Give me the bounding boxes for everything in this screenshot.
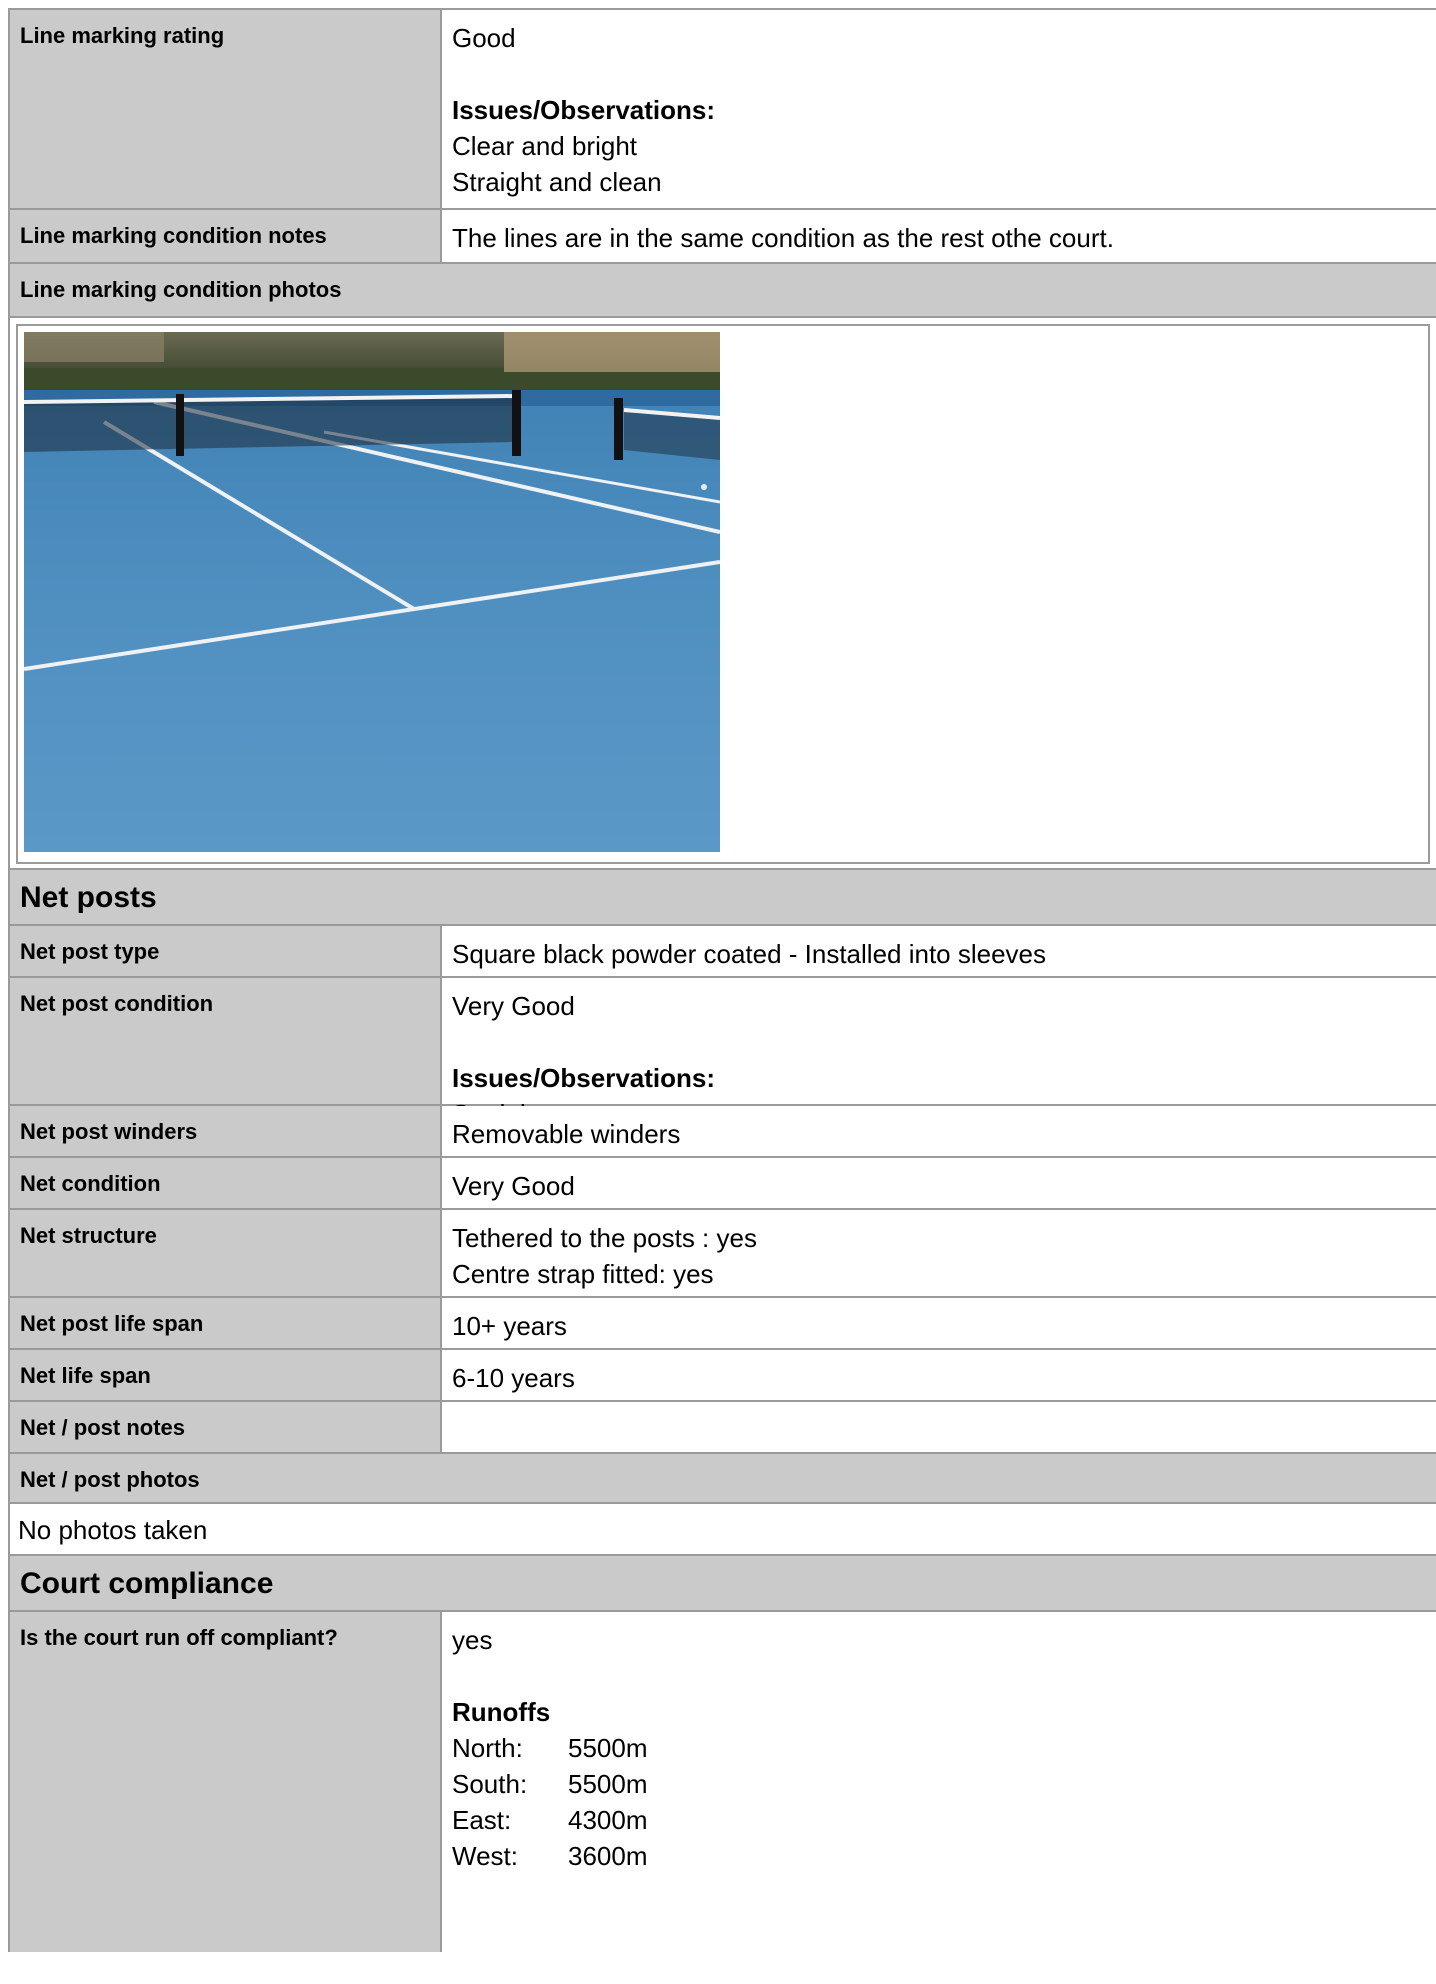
net-structure-label: Net structure [10,1210,442,1296]
rating-text: Good [452,23,516,53]
runoff-direction: North: [452,1733,523,1763]
runoff-north: North: 5500m [452,1730,1426,1766]
runoff-distance: 4300m [568,1805,648,1835]
structure-line: Tethered to the posts : yes [452,1223,757,1253]
net-condition-label: Net condition [10,1158,442,1208]
net-post-photos-row: No photos taken [8,1504,1436,1556]
net-post-condition-value: Very Good Issues/Observations: Straight [442,978,1436,1129]
line-marking-rating-row: Line marking rating Good Issues/Observat… [8,10,1436,210]
net-post-condition-row: Net post condition Very Good Issues/Obse… [8,978,1436,1129]
runoff-east: East: 4300m [452,1802,1426,1838]
net-post-notes-value [442,1402,1436,1452]
line-marking-notes-label: Line marking condition notes [10,210,442,262]
net-post-photos-label: Net / post photos [10,1454,1436,1502]
line-marking-rating-value: Good Issues/Observations: Clear and brig… [442,10,1436,208]
runoff-compliant-value: yes Runoffs North: 5500m South: 5500m Ea… [442,1612,1436,1952]
runoff-south: South: 5500m [452,1766,1426,1802]
condition-issues-title: Issues/Observations: [452,1063,715,1093]
issue-item: Straight and clean [452,167,662,197]
net-post-winders-label: Net post winders [10,1106,442,1156]
line-marking-rating-label: Line marking rating [10,10,442,208]
net-post-winders-row: Net post winders Removable winders [8,1106,1436,1158]
line-marking-photos-header: Line marking condition photos [8,264,1436,318]
court-compliance-section-header: Court compliance [8,1556,1436,1612]
net-post-notes-label: Net / post notes [10,1402,442,1452]
report-table: Line marking rating Good Issues/Observat… [8,8,1436,1952]
net-post-photos-header: Net / post photos [8,1454,1436,1504]
photo-container [10,318,1436,868]
net-post-notes-row: Net / post notes [8,1402,1436,1454]
line-marking-photos-label: Line marking condition photos [10,264,1436,316]
net-post-photos-value: No photos taken [10,1504,1436,1554]
runoff-compliant-label: Is the court run off compliant? [10,1612,442,1952]
runoff-distance: 5500m [568,1769,648,1799]
runoff-direction: West: [452,1841,518,1871]
net-life-label: Net life span [10,1350,442,1400]
net-post-type-value: Square black powder coated - Installed i… [442,926,1436,976]
runoff-distance: 3600m [568,1841,648,1871]
net-posts-title: Net posts [10,870,1436,924]
runoff-direction: South: [452,1769,528,1799]
issue-item: Clear and bright [452,131,637,161]
net-condition-value: Very Good [442,1158,1436,1208]
net-post-condition-label: Net post condition [10,978,442,1104]
condition-text: Very Good [452,991,575,1021]
net-life-row: Net life span 6-10 years [8,1350,1436,1402]
net-post-type-label: Net post type [10,926,442,976]
net-condition-row: Net condition Very Good [8,1158,1436,1210]
runoff-distance: 5500m [568,1733,648,1763]
runoff-answer: yes [452,1625,493,1655]
net-posts-section-header: Net posts [8,870,1436,926]
structure-line: Centre strap fitted: yes [452,1259,714,1289]
runoff-west: West: 3600m [452,1838,1426,1874]
photo-frame [16,324,1430,864]
issues-title: Issues/Observations: [452,95,715,125]
runoff-compliant-row: Is the court run off compliant? yes Runo… [8,1612,1436,1952]
net-post-winders-value: Removable winders [442,1106,1436,1156]
net-structure-value: Tethered to the posts : yes Centre strap… [442,1210,1436,1296]
net-post-life-value: 10+ years [442,1298,1436,1348]
net-life-value: 6-10 years [442,1350,1436,1400]
net-post-type-row: Net post type Square black powder coated… [8,926,1436,978]
net-post-life-row: Net post life span 10+ years [8,1298,1436,1350]
court-compliance-title: Court compliance [10,1556,1436,1610]
line-marking-notes-row: Line marking condition notes The lines a… [8,210,1436,264]
line-marking-notes-value: The lines are in the same condition as t… [442,210,1436,262]
net-post-life-label: Net post life span [10,1298,442,1348]
runoffs-title: Runoffs [452,1697,551,1727]
net-structure-row: Net structure Tethered to the posts : ye… [8,1210,1436,1298]
runoff-direction: East: [452,1805,512,1835]
tennis-court-photo [23,332,721,852]
line-marking-photo-row [8,318,1436,870]
